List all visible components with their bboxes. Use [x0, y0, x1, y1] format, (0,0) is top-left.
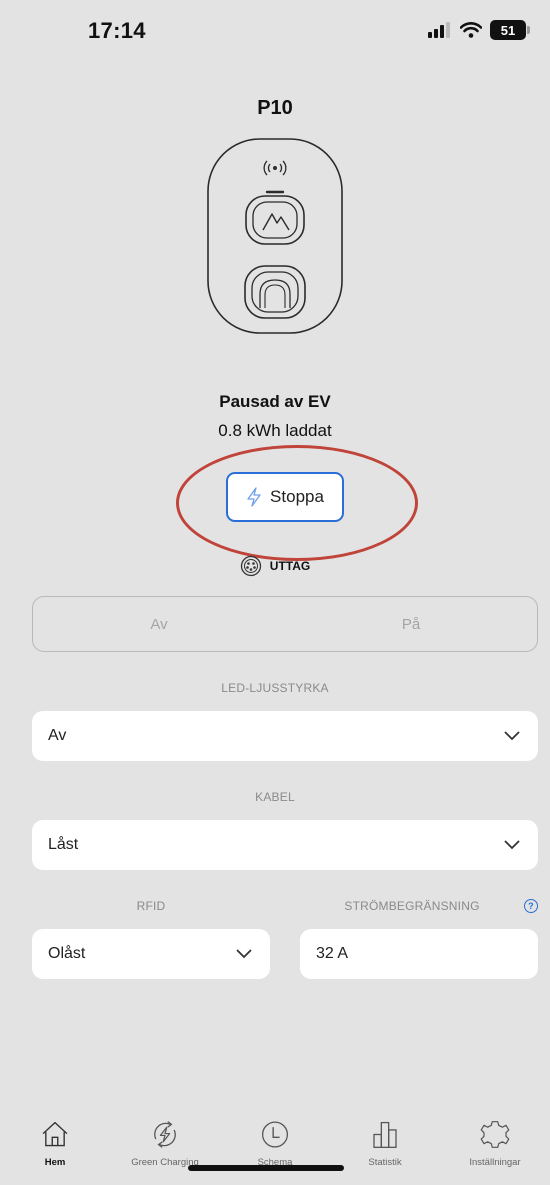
current-limit-value: 32 A	[316, 945, 349, 962]
current-limit-input[interactable]: 32 A	[300, 929, 538, 979]
energy-charged: 0.8 kWh laddat	[218, 421, 332, 440]
bar-chart-icon	[373, 1121, 397, 1148]
current-limit-header: STRÖMBEGRÄNSNING ?	[300, 899, 538, 913]
status-time: 17:14	[88, 18, 146, 43]
cable-select[interactable]: Låst	[32, 820, 538, 870]
tab-bar: Hem Green Charging Schema Statistik Inst…	[0, 1118, 550, 1168]
battery-icon: 51	[490, 20, 530, 40]
tab-statistik[interactable]: Statistik	[330, 1118, 440, 1168]
home-indicator[interactable]	[188, 1165, 344, 1171]
home-icon	[42, 1121, 68, 1147]
toggle-on[interactable]: På	[285, 616, 537, 633]
tab-installningar[interactable]: Inställningar	[440, 1118, 550, 1168]
status-icons: 51	[428, 20, 530, 40]
current-limit-label: STRÖMBEGRÄNSNING	[344, 899, 480, 913]
tab-label: Inställningar	[469, 1157, 521, 1168]
battery-level: 51	[500, 22, 516, 38]
chevron-down-icon	[236, 949, 252, 959]
page-title: P10	[257, 97, 293, 119]
charging-status: Pausad av EV	[219, 392, 331, 411]
outlet-label: UTTAG	[269, 559, 311, 573]
clock-icon	[261, 1121, 289, 1148]
socket-icon	[240, 555, 261, 577]
led-brightness-select[interactable]: Av	[32, 711, 538, 761]
signal-icon	[428, 22, 450, 38]
cable-label: KABEL	[255, 790, 295, 804]
chevron-down-icon	[504, 731, 520, 741]
rfid-value: Olåst	[48, 945, 86, 962]
outlet-type: UTTAG	[0, 555, 550, 577]
tab-label: Statistik	[368, 1157, 402, 1168]
power-toggle[interactable]: Av På	[32, 596, 538, 652]
charger-illustration	[207, 138, 343, 334]
wifi-icon	[460, 22, 482, 38]
lightning-icon	[247, 487, 261, 507]
chevron-down-icon	[504, 840, 520, 850]
led-brightness-label: LED-LJUSSTYRKA	[221, 681, 329, 695]
rfid-icon	[263, 160, 287, 176]
tab-green-charging[interactable]: Green Charging	[110, 1118, 220, 1168]
stop-button-label: Stoppa	[270, 487, 324, 506]
tab-label: Hem	[44, 1157, 66, 1168]
toggle-off[interactable]: Av	[33, 616, 285, 633]
rfid-label: RFID	[136, 899, 166, 913]
led-brightness-value: Av	[48, 727, 67, 744]
cable-value: Låst	[48, 836, 79, 853]
gear-icon	[480, 1121, 510, 1148]
green-charging-icon	[154, 1121, 176, 1148]
help-icon[interactable]: ?	[524, 899, 538, 913]
tab-schema[interactable]: Schema	[220, 1118, 330, 1168]
tab-hem[interactable]: Hem	[0, 1118, 110, 1168]
rfid-select[interactable]: Olåst	[32, 929, 270, 979]
stop-button[interactable]: Stoppa	[226, 472, 344, 522]
